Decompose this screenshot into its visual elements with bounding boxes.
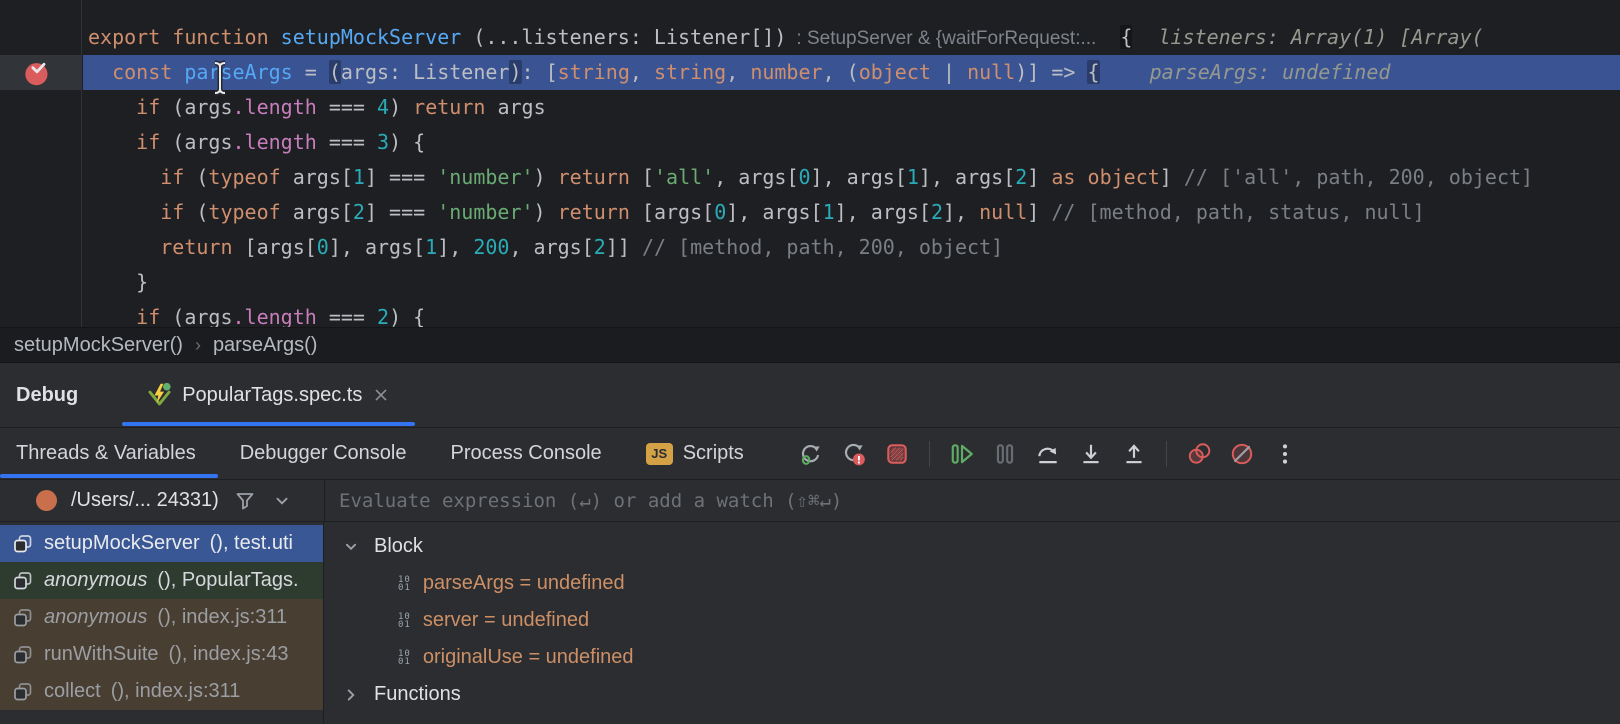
step-out-icon[interactable] [1121,441,1147,467]
text-cursor-pointer [210,60,230,96]
variable-text: parseArgs = undefined [423,572,625,595]
toolbar-separator [929,441,930,467]
frame-function: anonymous [44,569,147,592]
primitive-variable-icon: 1001 [398,650,411,666]
thread-label: /Users/... 24331) [71,489,219,512]
step-over-icon[interactable] [1035,441,1061,467]
filter-icon[interactable] [233,489,257,513]
thread-bar: /Users/... 24331) Evaluate expression (↵… [0,479,1620,521]
breadcrumb-item-function[interactable]: parseArgs() [213,334,317,357]
code-line[interactable]: const parseArgs = (args: Listener): [str… [88,55,1533,90]
stack-frame[interactable]: runWithSuite (), index.js:43 [0,636,323,673]
code-line[interactable]: if (args.length === 4) return args [88,90,1533,125]
code-line[interactable]: export function setupMockServer (...list… [88,20,1533,55]
stop-icon[interactable] [884,441,910,467]
frames-list: setupMockServer (), test.uti anonymous (), … [0,522,324,724]
frame-location: (), PopularTags. [157,569,298,592]
step-into-icon[interactable] [1078,441,1104,467]
evaluate-placeholder: Evaluate expression (↵) or add a watch (… [339,490,842,512]
variable-row[interactable]: 1001 parseArgs = undefined [324,565,1620,602]
editor-gutter [0,0,82,327]
breadcrumb: setupMockServer() › parseArgs() [0,327,1620,362]
breadcrumb-separator-icon: › [195,335,201,356]
code-line[interactable]: } [88,265,1533,300]
code-line[interactable]: if (typeof args[1] === 'number') return … [88,160,1533,195]
stack-frame[interactable]: anonymous (), PopularTags. [0,562,323,599]
variables-panel: Block 1001 parseArgs = undefined 1001 serve… [324,522,1620,724]
chevron-right-icon [340,684,362,706]
code-line[interactable]: if (args.length === 2) { [88,300,1533,327]
mute-breakpoints-icon[interactable] [1229,441,1255,467]
code-line[interactable]: if (args.length === 3) { [88,125,1533,160]
variable-row[interactable]: 1001 server = undefined [324,602,1620,639]
breadcrumb-item-function[interactable]: setupMockServer() [14,334,183,357]
rerun-icon[interactable] [798,441,824,467]
javascript-icon: JS [646,443,673,465]
stack-frame[interactable]: anonymous (), index.js:311 [0,599,323,636]
pause-icon[interactable] [992,441,1018,467]
threads-variables-panel: setupMockServer (), test.uti anonymous (), … [0,521,1620,724]
close-icon[interactable] [371,385,391,405]
stack-frame[interactable]: setupMockServer (), test.uti [0,525,323,562]
active-tab-indicator [122,422,415,426]
evaluate-expression-input[interactable]: Evaluate expression (↵) or add a watch (… [324,480,1620,521]
stack-frame[interactable]: collect (), index.js:311 [0,673,323,710]
tool-window-title: Debug [0,384,94,407]
active-tab-indicator [0,474,218,478]
stack-frame-icon [12,533,34,555]
frame-location: (), index.js:43 [169,643,289,666]
frame-location: (), index.js:311 [157,606,287,629]
tab-scripts[interactable]: JS Scripts [624,428,766,479]
tab-process-console[interactable]: Process Console [429,428,624,479]
thread-selector[interactable]: /Users/... 24331) [0,480,324,521]
ide-window: export function setupMockServer (...list… [0,0,1620,724]
frame-location: (), index.js:311 [111,680,241,703]
resume-icon[interactable] [949,441,975,467]
thread-status-icon [36,490,57,511]
frame-function: setupMockServer [44,532,200,555]
code-editor[interactable]: export function setupMockServer (...list… [0,0,1620,327]
stack-frame-icon [12,570,34,592]
rerun-failed-tests-icon[interactable] [841,441,867,467]
debug-tool-window-header: Debug PopularTags.spec.ts [0,362,1620,427]
chevron-down-icon[interactable] [271,490,293,512]
tab-debugger-console[interactable]: Debugger Console [218,428,429,479]
toolbar-separator [1166,441,1167,467]
stack-frame-icon [12,607,34,629]
primitive-variable-icon: 1001 [398,613,411,629]
variable-row[interactable]: 1001 originalUse = undefined [324,639,1620,676]
variables-node-functions[interactable]: Functions [324,676,1620,713]
scope-label: Block [374,535,423,558]
tab-populartags-spec[interactable]: PopularTags.spec.ts [122,363,415,427]
chevron-down-icon [340,536,362,558]
stack-frame-icon [12,681,34,703]
variable-text: originalUse = undefined [423,646,634,669]
more-options-icon[interactable] [1272,441,1298,467]
scope-label: Functions [374,683,461,706]
tab-label: PopularTags.spec.ts [182,384,362,407]
tab-threads-variables[interactable]: Threads & Variables [0,428,218,479]
frame-function: runWithSuite [44,643,159,666]
code-line[interactable]: return [args[0], args[1], 200, args[2]] … [88,230,1533,265]
frame-function: anonymous [44,606,147,629]
vitest-icon [146,382,173,409]
frame-function: collect [44,680,101,703]
frame-location: (), test.uti [210,532,293,555]
breakpoint-icon[interactable] [23,59,51,87]
variables-node-block[interactable]: Block [324,528,1620,565]
primitive-variable-icon: 1001 [398,576,411,592]
variable-text: server = undefined [423,609,589,632]
code-lines: export function setupMockServer (...list… [88,20,1533,327]
debugger-toolbar: Threads & Variables Debugger Console Pro… [0,427,1620,479]
stack-frame-icon [12,644,34,666]
code-line[interactable]: if (typeof args[2] === 'number') return … [88,195,1533,230]
view-breakpoints-icon[interactable] [1186,441,1212,467]
